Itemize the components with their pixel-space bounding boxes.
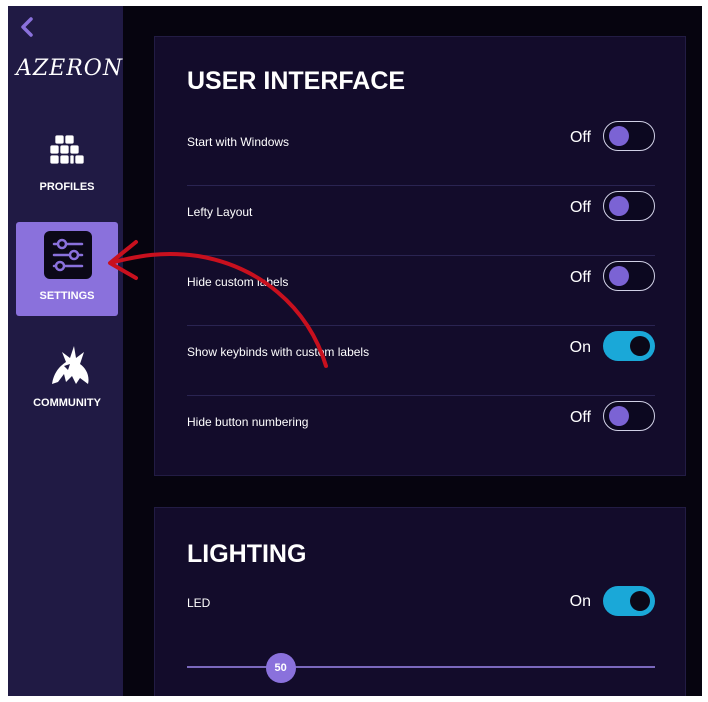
setting-label: Lefty Layout [187, 205, 253, 219]
led-toggle[interactable] [603, 586, 655, 616]
setting-row: Lefty Layout Off [187, 185, 655, 256]
start-with-windows-toggle[interactable] [603, 121, 655, 151]
setting-state: On [569, 593, 591, 610]
hide-custom-labels-toggle[interactable] [603, 261, 655, 291]
setting-row: Hide button numbering Off [187, 395, 655, 465]
dragon-icon [52, 346, 89, 384]
setting-label: Hide button numbering [187, 415, 309, 429]
setting-label: LED [187, 596, 211, 610]
hide-button-numbering-toggle[interactable] [603, 401, 655, 431]
sidebar-item-label: PROFILES [39, 181, 95, 193]
toggle-knob [609, 266, 629, 286]
slider-track[interactable] [187, 666, 655, 668]
show-keybinds-toggle[interactable] [603, 331, 655, 361]
toggle-knob [609, 196, 629, 216]
setting-row: LED On [187, 586, 655, 658]
sidebar-item-profiles[interactable]: PROFILES [16, 118, 118, 212]
slider-thumb[interactable]: 50 [265, 653, 296, 683]
setting-row: Hide custom labels Off [187, 255, 655, 326]
setting-state: Off [569, 199, 591, 216]
sidebar-item-settings[interactable]: SETTINGS [16, 222, 118, 316]
setting-label: Show keybinds with custom labels [187, 345, 370, 359]
lighting-panel: LIGHTING LED On 50 [154, 507, 686, 696]
setting-state: On [569, 339, 591, 356]
section-title: USER INTERFACE [187, 67, 406, 95]
setting-state: Off [569, 409, 591, 426]
setting-label: Start with Windows [187, 135, 290, 149]
azeron-logo: AZERON [16, 56, 124, 81]
app-window: AZERON PROFILES SETTINGS COMMUNITY USER … [8, 6, 702, 696]
sliders-icon [44, 231, 92, 279]
section-title: LIGHTING [187, 540, 307, 568]
setting-label: Hide custom labels [187, 275, 289, 289]
sidebar-item-label: SETTINGS [39, 290, 95, 302]
back-arrow-icon[interactable] [16, 15, 40, 39]
setting-state: Off [569, 269, 591, 286]
sidebar-item-label: COMMUNITY [33, 397, 101, 409]
sidebar: AZERON PROFILES SETTINGS COMMUNITY [8, 6, 123, 696]
lefty-layout-toggle[interactable] [603, 191, 655, 221]
setting-state: Off [569, 129, 591, 146]
grid-icon [50, 135, 84, 164]
toggle-knob [609, 126, 629, 146]
toggle-knob [609, 406, 629, 426]
toggle-knob [630, 591, 650, 611]
setting-row: Show keybinds with custom labels On [187, 325, 655, 396]
brightness-slider[interactable]: 50 [187, 653, 655, 683]
toggle-knob [630, 336, 650, 356]
setting-row: Start with Windows Off [187, 115, 655, 186]
sidebar-item-community[interactable]: COMMUNITY [16, 326, 118, 420]
user-interface-panel: USER INTERFACE Start with Windows Off Le… [154, 36, 686, 476]
